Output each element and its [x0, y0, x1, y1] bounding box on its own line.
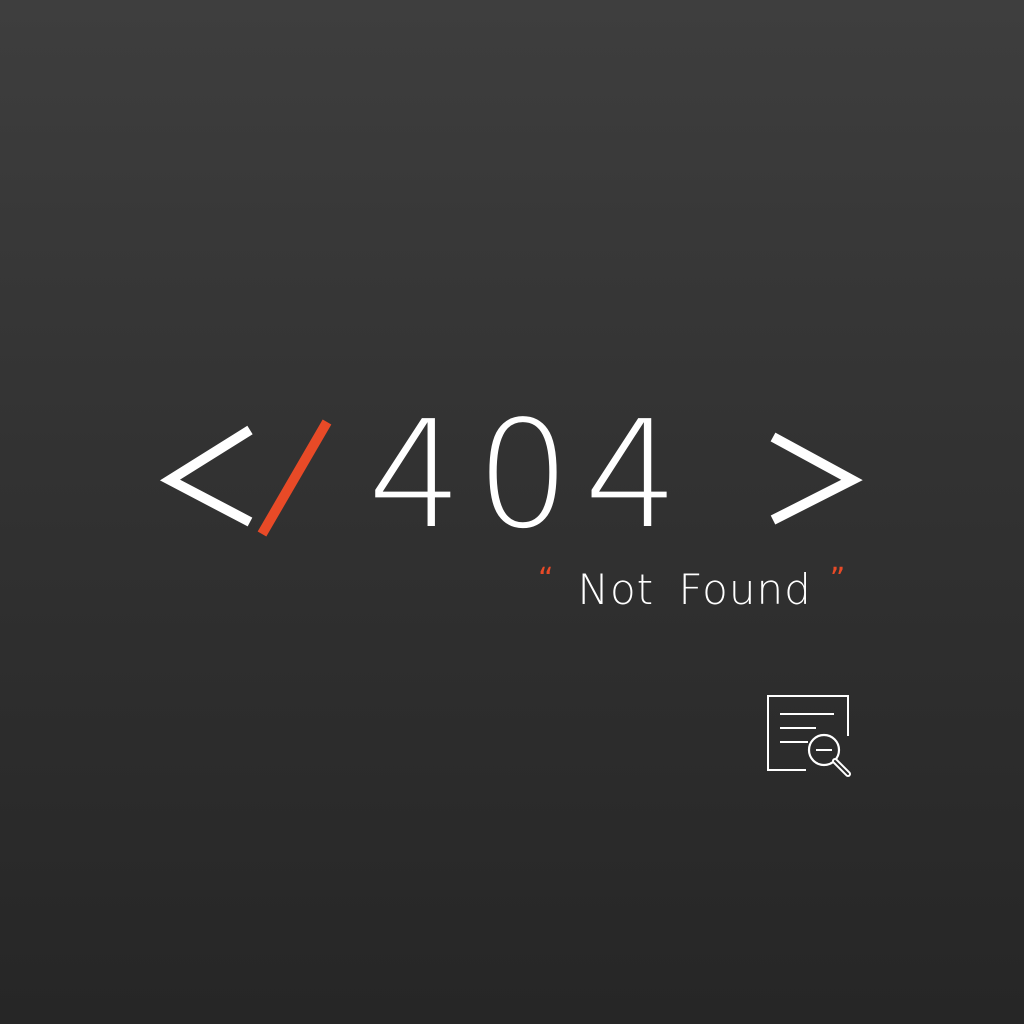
- error-message: Not Found: [577, 565, 812, 614]
- close-bracket-glyph: [770, 432, 863, 525]
- open-quote: “: [538, 562, 554, 597]
- open-bracket-glyph: [159, 425, 253, 527]
- slash-glyph: [257, 419, 332, 537]
- document-search-icon: [767, 695, 851, 777]
- close-quote: ”: [829, 562, 846, 597]
- error-code: 404: [368, 389, 693, 561]
- error-404-page: 404 “ Not Found ”: [0, 0, 1024, 1024]
- error-message-line: “ Not Found ”: [538, 560, 878, 620]
